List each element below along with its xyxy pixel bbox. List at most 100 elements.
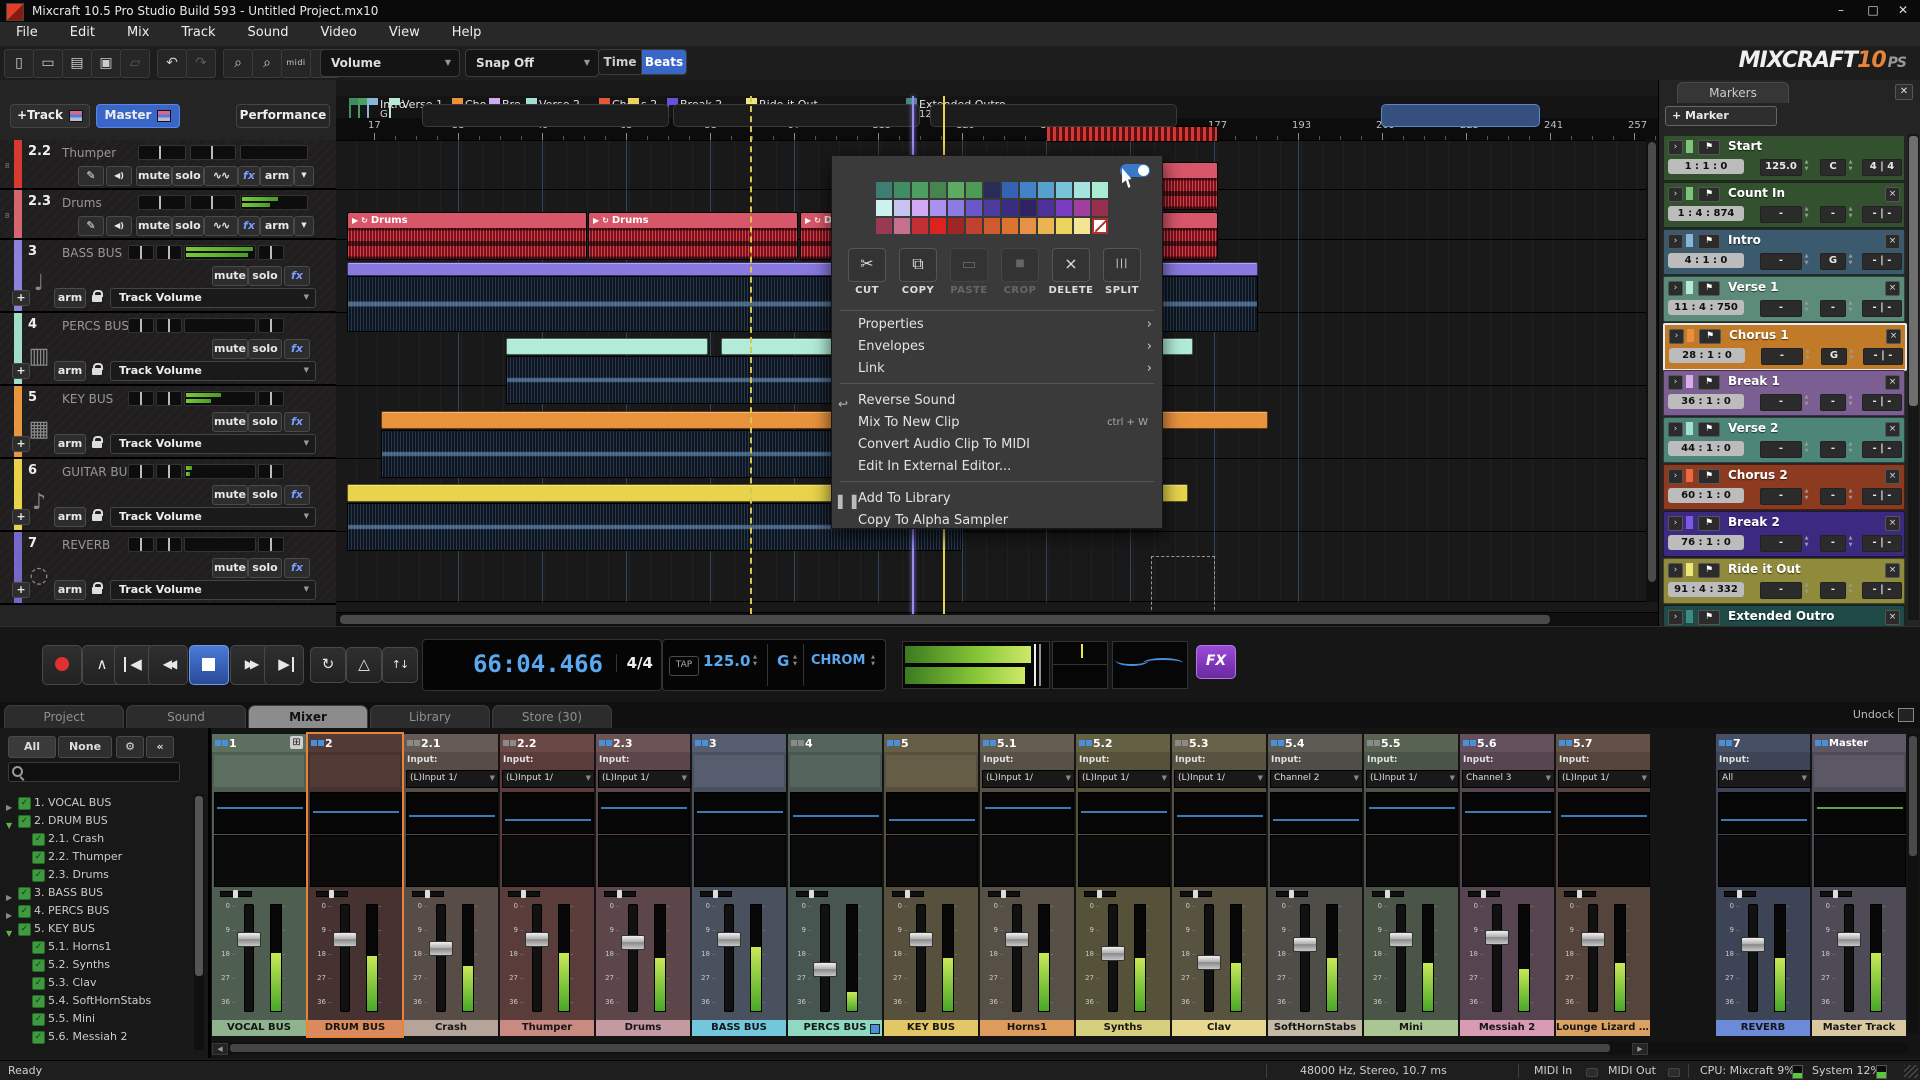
marker-signature-field[interactable]: - | -: [1862, 582, 1902, 599]
tree-item-5-5-mini[interactable]: ✓5.5. Mini: [0, 1010, 184, 1028]
solo-button[interactable]: solo: [248, 485, 282, 505]
color-swatch[interactable]: [1074, 182, 1090, 198]
eq-display[interactable]: [1718, 792, 1810, 834]
fader-handle[interactable]: [813, 962, 837, 977]
fx-button[interactable]: fx: [284, 339, 310, 359]
marker-key-field[interactable]: -: [1820, 441, 1846, 458]
fader-handle[interactable]: [333, 932, 357, 947]
tempo-spinner[interactable]: ▲ ▼: [1802, 159, 1811, 174]
fader-handle[interactable]: [1293, 937, 1317, 952]
snap-dropdown[interactable]: Snap Off▼: [465, 49, 599, 77]
marker-signature-field[interactable]: 4 | 4: [1862, 159, 1902, 176]
auto-levels-button[interactable]: ↑↓: [382, 647, 418, 683]
color-swatch[interactable]: [930, 218, 946, 234]
eq-display[interactable]: [310, 792, 402, 834]
flag-icon[interactable]: ⚑: [1698, 516, 1720, 531]
eq-display[interactable]: [1462, 792, 1554, 834]
fx-button[interactable]: FX: [1196, 645, 1236, 679]
tab-mixer[interactable]: Mixer: [248, 705, 368, 729]
strip-name-label[interactable]: SoftHornStabs: [1268, 1020, 1362, 1036]
scale-mode-dropdown[interactable]: CHROM: [811, 653, 865, 668]
expand-marker-icon[interactable]: ›: [1668, 375, 1683, 390]
mixer-strip-softhornstabs[interactable]: 5.4Input:Channel 2▼0––9––18––27––36––Sof…: [1268, 734, 1362, 1036]
sends-panel[interactable]: [1270, 835, 1362, 887]
performance-slot-active[interactable]: [1381, 104, 1540, 127]
scrollbar-thumb[interactable]: [1909, 136, 1918, 406]
marker-signature-field[interactable]: - | -: [1862, 253, 1902, 270]
fader-track[interactable]: [244, 904, 254, 1012]
pan-slider[interactable]: [190, 145, 236, 160]
flag-icon[interactable]: ⚑: [1698, 234, 1720, 249]
fader-handle[interactable]: [1741, 937, 1765, 952]
menu-edit[interactable]: Edit: [54, 22, 111, 43]
pan-slider[interactable]: [156, 464, 182, 479]
mute-button[interactable]: mute: [212, 558, 248, 578]
flag-icon[interactable]: ⚑: [1698, 281, 1720, 296]
marker-tempo-field[interactable]: -: [1760, 582, 1802, 599]
marker-tempo-field[interactable]: -: [1760, 441, 1802, 458]
mixer-scrollbar[interactable]: ◀ ▶: [212, 1042, 1908, 1054]
marker-signature-field[interactable]: - | -: [1862, 206, 1902, 223]
input-dropdown[interactable]: (L)Input 1/▼: [406, 770, 499, 788]
lock-icon[interactable]: [92, 295, 102, 302]
scrollbar-thumb[interactable]: [195, 796, 203, 976]
menu-item-properties[interactable]: Properties›: [832, 314, 1162, 336]
loop-button[interactable]: ↻: [310, 647, 346, 683]
menu-item-link[interactable]: Link›: [832, 358, 1162, 380]
sidebar-scrollbar[interactable]: [194, 794, 204, 1050]
key-spinner[interactable]: ▲ ▼: [1846, 394, 1855, 409]
fader-track[interactable]: [916, 904, 926, 1012]
key-spinner[interactable]: ▲ ▼: [1847, 348, 1856, 363]
context-action-cut[interactable]: ✂CUT: [842, 248, 892, 296]
gear-icon[interactable]: ⚙: [116, 736, 144, 758]
volume-slider[interactable]: [128, 245, 154, 260]
mode-spinner[interactable]: ▲▼: [869, 654, 877, 668]
color-swatch[interactable]: [1074, 218, 1090, 234]
record-button[interactable]: [42, 645, 82, 685]
sends-panel[interactable]: [1174, 835, 1266, 887]
input-dropdown[interactable]: All▼: [1718, 770, 1811, 788]
scroll-left-icon[interactable]: ◀: [212, 1043, 228, 1055]
mute-button[interactable]: mute: [136, 216, 172, 236]
strip-name-label[interactable]: Crash: [404, 1020, 498, 1036]
marker-key-field[interactable]: -: [1820, 394, 1846, 411]
marker-key-field[interactable]: C: [1820, 159, 1846, 176]
tab-store-30[interactable]: Store (30): [492, 705, 612, 729]
marker-time-field[interactable]: 44 : 1 : 0: [1668, 441, 1744, 456]
color-swatch[interactable]: [876, 200, 892, 216]
track-row-bass-bus[interactable]: 3BASS BUS♩mutesolofx+armTrack Volume▼: [0, 240, 336, 313]
collapse-sidebar-icon[interactable]: «: [146, 736, 174, 758]
close-button[interactable]: ✕: [1890, 2, 1916, 20]
color-swatch[interactable]: [894, 182, 910, 198]
automation-param-dropdown[interactable]: Track Volume▼: [110, 434, 316, 454]
add-send-icon[interactable]: [870, 1024, 880, 1034]
marker-color-chip[interactable]: [1686, 516, 1693, 529]
pan-mini-slider[interactable]: [1724, 891, 1756, 897]
marker-color-chip[interactable]: [1686, 469, 1693, 482]
track-row-key-bus[interactable]: 5KEY BUS▦mutesolofx+armTrack Volume▼: [0, 386, 336, 459]
input-dropdown[interactable]: Channel 2▼: [1270, 770, 1363, 788]
tree-item-2-2-thumper[interactable]: ✓2.2. Thumper: [0, 848, 184, 866]
marker-time-field[interactable]: 36 : 1 : 0: [1668, 394, 1744, 409]
marker-card-break-1[interactable]: ›⚑Break 1×36 : 1 : 0-▲ ▼-▲ ▼- | -: [1663, 370, 1905, 416]
track-check-icon[interactable]: ✓: [32, 941, 45, 954]
menu-video[interactable]: Video: [304, 22, 372, 43]
color-swatch[interactable]: [1020, 200, 1036, 216]
marker-color-chip[interactable]: [1686, 281, 1693, 294]
input-dropdown[interactable]: (L)Input 1/▼: [598, 770, 691, 788]
marker-time-field[interactable]: 76 : 1 : 0: [1668, 535, 1744, 550]
strip-name-label[interactable]: Synths: [1076, 1020, 1170, 1036]
fader-handle[interactable]: [525, 932, 549, 947]
chevron-down-icon[interactable]: ▼: [294, 216, 314, 236]
expand-marker-icon[interactable]: ›: [1668, 187, 1683, 202]
expand-marker-icon[interactable]: ›: [1668, 140, 1683, 155]
marker-color-chip[interactable]: [1686, 610, 1693, 623]
audio-clip-drums[interactable]: ▶↻Drums: [347, 212, 587, 260]
mixer-strip-lounge-lizard-s[interactable]: 5.7Input:(L)Input 1/▼0––9––18––27––36––L…: [1556, 734, 1650, 1036]
delete-marker-icon[interactable]: ×: [1885, 422, 1900, 437]
strip-name-label[interactable]: VOCAL BUS: [212, 1020, 306, 1036]
eq-display[interactable]: [1814, 792, 1906, 834]
mixer-strip-master-track[interactable]: Master0––9––18––27––36––Master Track: [1812, 734, 1906, 1036]
beats-mode-button[interactable]: Beats: [641, 49, 687, 75]
marker-signature-field[interactable]: - | -: [1862, 394, 1902, 411]
